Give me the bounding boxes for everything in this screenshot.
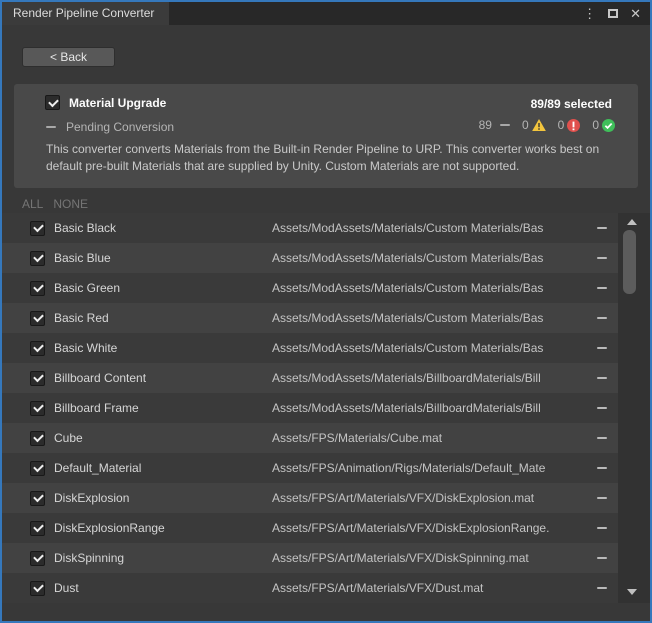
item-status-dash-icon (597, 227, 607, 229)
item-checkbox[interactable] (30, 521, 45, 536)
item-name: Billboard Frame (54, 401, 272, 415)
error-icon (567, 119, 580, 132)
close-icon[interactable]: ✕ (630, 7, 641, 20)
window-controls: ⋮ ✕ (583, 2, 641, 25)
table-row: Billboard Content Assets/ModAssets/Mater… (2, 363, 618, 393)
converter-panel: Material Upgrade 89/89 selected Pending … (14, 84, 638, 188)
item-status-dash-icon (597, 377, 607, 379)
item-path: Assets/ModAssets/Materials/BillboardMate… (272, 401, 591, 415)
item-checkbox[interactable] (30, 551, 45, 566)
table-row: DiskSpinning Assets/FPS/Art/Materials/VF… (2, 543, 618, 573)
table-row: Billboard Frame Assets/ModAssets/Materia… (2, 393, 618, 423)
item-status-dash-icon (597, 587, 607, 589)
item-checkbox[interactable] (30, 431, 45, 446)
maximize-icon[interactable] (608, 9, 618, 18)
item-status-dash-icon (597, 257, 607, 259)
item-checkbox[interactable] (30, 461, 45, 476)
success-icon (602, 119, 615, 132)
kebab-menu-icon[interactable]: ⋮ (583, 7, 596, 20)
item-path: Assets/ModAssets/Materials/Custom Materi… (272, 251, 591, 265)
status-counts: 89 0 0 0 (479, 118, 615, 132)
item-name: Dust (54, 581, 272, 595)
success-count: 0 (592, 118, 599, 132)
item-checkbox[interactable] (30, 311, 45, 326)
select-all-button[interactable]: ALL (22, 197, 43, 211)
item-name: Basic Green (54, 281, 272, 295)
item-name: Basic White (54, 341, 272, 355)
scrollbar-thumb[interactable] (623, 230, 636, 294)
item-checkbox[interactable] (30, 341, 45, 356)
item-name: Cube (54, 431, 272, 445)
item-name: Basic Red (54, 311, 272, 325)
pending-dash-icon (46, 126, 56, 128)
item-checkbox[interactable] (30, 401, 45, 416)
warning-icon (532, 119, 546, 131)
back-button[interactable]: < Back (22, 47, 115, 67)
item-path: Assets/FPS/Art/Materials/VFX/Dust.mat (272, 581, 591, 595)
tab-render-pipeline-converter[interactable]: Render Pipeline Converter (2, 2, 169, 25)
item-checkbox[interactable] (30, 581, 45, 596)
scrollbar[interactable] (618, 213, 650, 603)
converter-checkbox[interactable] (45, 95, 60, 110)
item-status-dash-icon (597, 437, 607, 439)
table-row: DiskExplosionRange Assets/FPS/Art/Materi… (2, 513, 618, 543)
item-name: Billboard Content (54, 371, 272, 385)
item-status-dash-icon (597, 467, 607, 469)
converter-description: This converter converts Materials from t… (46, 141, 614, 175)
selected-count: 89/89 selected (531, 97, 612, 111)
pending-count-dash-icon (500, 124, 510, 126)
materials-list: Basic Black Assets/ModAssets/Materials/C… (2, 213, 618, 603)
table-row: Cube Assets/FPS/Materials/Cube.mat (2, 423, 618, 453)
table-row: Basic White Assets/ModAssets/Materials/C… (2, 333, 618, 363)
render-pipeline-converter-window: Render Pipeline Converter ⋮ ✕ < Back Mat… (0, 0, 652, 623)
item-path: Assets/ModAssets/Materials/Custom Materi… (272, 221, 591, 235)
warning-count: 0 (522, 118, 529, 132)
pending-conversion-label: Pending Conversion (66, 120, 174, 134)
item-checkbox[interactable] (30, 251, 45, 266)
table-row: DiskExplosion Assets/FPS/Art/Materials/V… (2, 483, 618, 513)
table-row: Basic Red Assets/ModAssets/Materials/Cus… (2, 303, 618, 333)
item-path: Assets/ModAssets/Materials/Custom Materi… (272, 341, 591, 355)
item-name: Default_Material (54, 461, 272, 475)
item-status-dash-icon (597, 347, 607, 349)
item-checkbox[interactable] (30, 221, 45, 236)
item-path: Assets/FPS/Animation/Rigs/Materials/Defa… (272, 461, 591, 475)
table-row: Default_Material Assets/FPS/Animation/Ri… (2, 453, 618, 483)
item-path: Assets/FPS/Materials/Cube.mat (272, 431, 591, 445)
item-checkbox[interactable] (30, 491, 45, 506)
item-checkbox[interactable] (30, 281, 45, 296)
window-title: Render Pipeline Converter (13, 6, 154, 20)
title-bar: Render Pipeline Converter ⋮ ✕ (2, 2, 650, 25)
item-path: Assets/ModAssets/Materials/Custom Materi… (272, 281, 591, 295)
item-status-dash-icon (597, 317, 607, 319)
table-row: Basic Green Assets/ModAssets/Materials/C… (2, 273, 618, 303)
converter-name: Material Upgrade (69, 96, 166, 110)
error-count: 0 (558, 118, 565, 132)
item-name: Basic Black (54, 221, 272, 235)
item-checkbox[interactable] (30, 371, 45, 386)
item-status-dash-icon (597, 287, 607, 289)
item-path: Assets/ModAssets/Materials/Custom Materi… (272, 311, 591, 325)
item-path: Assets/FPS/Art/Materials/VFX/DiskExplosi… (272, 521, 591, 535)
item-name: DiskSpinning (54, 551, 272, 565)
pending-count: 89 (479, 118, 492, 132)
item-status-dash-icon (597, 557, 607, 559)
item-path: Assets/FPS/Art/Materials/VFX/DiskSpinnin… (272, 551, 591, 565)
item-path: Assets/FPS/Art/Materials/VFX/DiskExplosi… (272, 491, 591, 505)
item-path: Assets/ModAssets/Materials/BillboardMate… (272, 371, 591, 385)
item-status-dash-icon (597, 497, 607, 499)
select-none-button[interactable]: NONE (53, 197, 88, 211)
scroll-up-icon[interactable] (627, 219, 637, 225)
item-status-dash-icon (597, 407, 607, 409)
table-row: Basic Black Assets/ModAssets/Materials/C… (2, 213, 618, 243)
item-name: DiskExplosionRange (54, 521, 272, 535)
item-name: DiskExplosion (54, 491, 272, 505)
scroll-down-icon[interactable] (627, 589, 637, 595)
table-row: Dust Assets/FPS/Art/Materials/VFX/Dust.m… (2, 573, 618, 603)
table-row: Basic Blue Assets/ModAssets/Materials/Cu… (2, 243, 618, 273)
item-status-dash-icon (597, 527, 607, 529)
item-name: Basic Blue (54, 251, 272, 265)
